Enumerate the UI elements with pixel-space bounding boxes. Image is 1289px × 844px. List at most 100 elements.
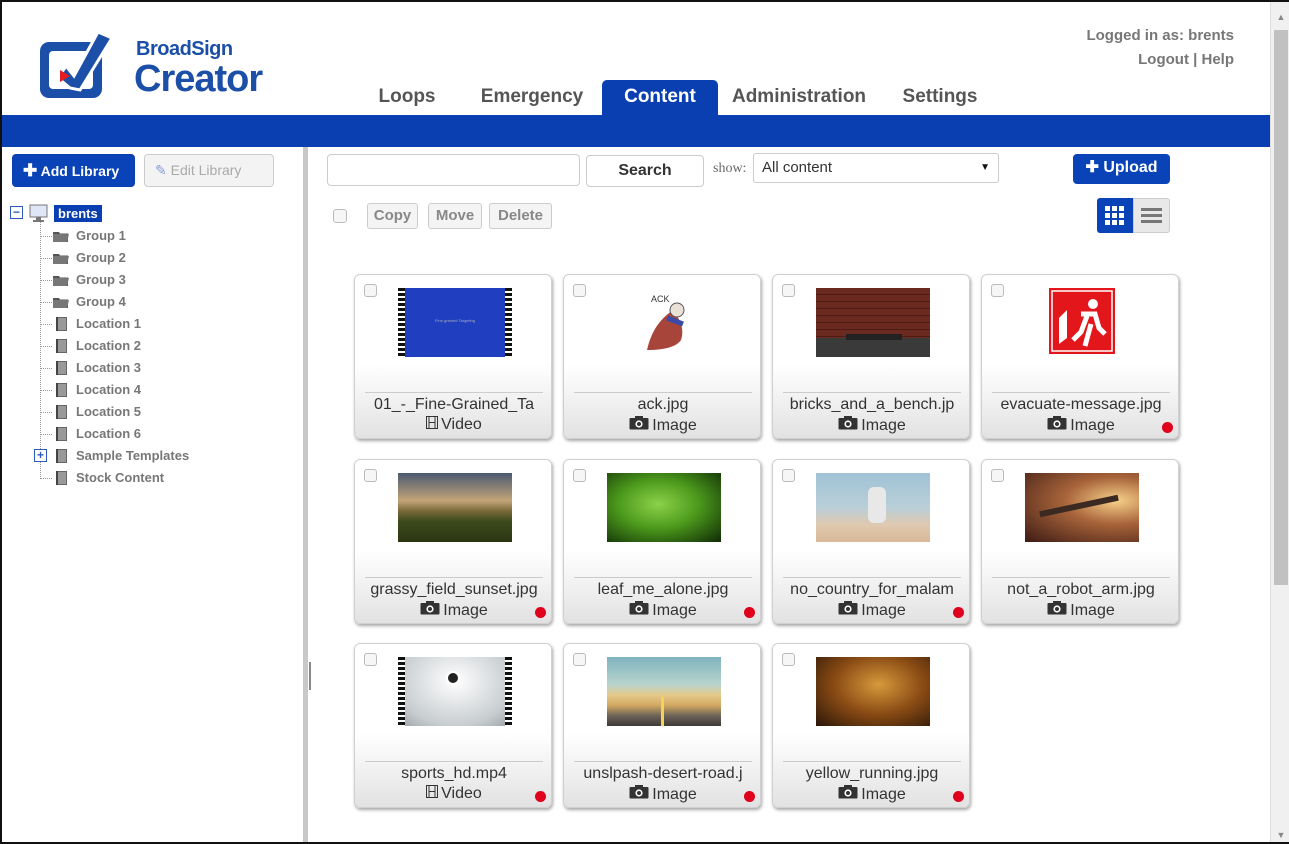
card-checkbox[interactable] <box>573 469 586 482</box>
move-button[interactable]: Move <box>428 203 482 229</box>
scroll-up-icon[interactable]: ▲ <box>1275 10 1287 24</box>
tree-item[interactable]: Location 2 <box>10 335 300 357</box>
tab-settings[interactable]: Settings <box>894 80 986 116</box>
content-card[interactable]: unslpash-desert-road.j Image <box>563 643 761 808</box>
content-card[interactable]: yellow_running.jpg Image <box>772 643 970 808</box>
content-card[interactable]: ACK ack.jpg Image <box>563 274 761 439</box>
card-checkbox[interactable] <box>573 653 586 666</box>
card-divider <box>783 761 961 762</box>
plus-icon: ✚ <box>23 161 38 180</box>
status-dot <box>953 791 964 802</box>
tree-item[interactable]: Group 2 <box>10 247 300 269</box>
logo-icon <box>40 30 115 98</box>
delete-button[interactable]: Delete <box>489 203 552 229</box>
vertical-scrollbar[interactable]: ▲ ▼ <box>1270 2 1289 842</box>
card-checkbox[interactable] <box>782 284 795 297</box>
content-card[interactable]: bricks_and_a_bench.jp Image <box>772 274 970 439</box>
content-card[interactable]: sports_hd.mp4 Video <box>354 643 552 808</box>
book-icon <box>56 339 67 353</box>
upload-button[interactable]: ✚ Upload <box>1073 154 1170 184</box>
card-type-label: Image <box>652 602 697 619</box>
book-icon <box>56 471 67 485</box>
logout-link[interactable]: Logout <box>1138 51 1189 68</box>
camera-icon <box>629 785 649 802</box>
card-divider <box>574 761 752 762</box>
status-dot <box>744 791 755 802</box>
scrollbar-thumb[interactable] <box>1274 30 1288 585</box>
library-tree: − brents Group 1 Group 2 Group 3 Group 4 Loc… <box>10 203 300 489</box>
card-divider <box>574 577 752 578</box>
content-card[interactable]: no_country_for_malam Image <box>772 459 970 624</box>
help-link[interactable]: Help <box>1201 51 1234 68</box>
edit-library-button[interactable]: ✎ Edit Library <box>144 154 274 187</box>
camera-icon <box>629 601 649 618</box>
tree-item-label: Stock Content <box>76 470 165 485</box>
broadsign-logo[interactable]: BroadSign Creator <box>36 24 286 104</box>
tree-item[interactable]: Group 1 <box>10 225 300 247</box>
search-button[interactable]: Search <box>586 155 704 187</box>
camera-icon <box>838 416 858 433</box>
tree-item[interactable]: Location 3 <box>10 357 300 379</box>
tree-item-label: Group 4 <box>76 294 126 309</box>
card-checkbox[interactable] <box>782 653 795 666</box>
tab-emergency[interactable]: Emergency <box>468 80 596 116</box>
expand-icon[interactable]: + <box>34 449 47 462</box>
card-thumbnail <box>816 657 930 726</box>
library-sidebar: ✚ Add Library ✎ Edit Library − brents Gr… <box>2 147 308 842</box>
tree-item[interactable]: Stock Content <box>10 467 300 489</box>
tree-item[interactable]: Location 4 <box>10 379 300 401</box>
thumb-caption: Fine-grained Targeting <box>435 318 475 323</box>
tree-item-label: Location 5 <box>76 404 142 419</box>
tree-item[interactable]: Location 6 <box>10 423 300 445</box>
book-icon <box>56 383 67 397</box>
card-checkbox[interactable] <box>364 653 377 666</box>
scroll-down-icon[interactable]: ▼ <box>1275 828 1287 842</box>
card-type: Image <box>982 416 1180 435</box>
tree-item-label: Location 3 <box>76 360 142 375</box>
copy-button[interactable]: Copy <box>367 203 418 229</box>
card-checkbox[interactable] <box>364 469 377 482</box>
card-type-label: Image <box>1070 602 1115 619</box>
splitter-handle[interactable] <box>309 662 311 690</box>
tree-item[interactable]: + Sample Templates <box>10 445 300 467</box>
tree-item-label: Location 4 <box>76 382 142 397</box>
tree-item[interactable]: Group 4 <box>10 291 300 313</box>
card-checkbox[interactable] <box>573 284 586 297</box>
tree-item-label: Sample Templates <box>76 448 190 463</box>
grid-view-button[interactable] <box>1097 198 1133 233</box>
card-checkbox[interactable] <box>782 469 795 482</box>
content-card[interactable]: grassy_field_sunset.jpg Image <box>354 459 552 624</box>
tree-root[interactable]: − brents <box>10 203 300 225</box>
tree-item[interactable]: Location 5 <box>10 401 300 423</box>
tab-loops[interactable]: Loops <box>360 80 454 116</box>
film-icon <box>426 785 439 801</box>
tree-item[interactable]: Location 1 <box>10 313 300 335</box>
card-type-label: Image <box>861 417 906 434</box>
content-card[interactable]: evacuate-message.jpg Image <box>981 274 1179 439</box>
card-divider <box>365 577 543 578</box>
card-divider <box>365 392 543 393</box>
content-filter-select[interactable]: All content ▼ <box>753 153 999 183</box>
book-icon <box>56 405 67 419</box>
card-checkbox[interactable] <box>991 469 1004 482</box>
folder-icon <box>53 298 69 308</box>
card-type: Image <box>355 601 553 620</box>
card-checkbox[interactable] <box>991 284 1004 297</box>
select-all-checkbox[interactable] <box>333 209 347 223</box>
card-filename: evacuate-message.jpg <box>1000 396 1162 413</box>
add-library-button[interactable]: ✚ Add Library <box>12 154 135 187</box>
list-view-button[interactable] <box>1133 198 1170 233</box>
content-card[interactable]: leaf_me_alone.jpg Image <box>563 459 761 624</box>
collapse-icon[interactable]: − <box>10 206 23 219</box>
tree-item[interactable]: Group 3 <box>10 269 300 291</box>
book-icon <box>56 361 67 375</box>
content-card[interactable]: Fine-grained Targeting 01_-_Fine-Grained_… <box>354 274 552 439</box>
card-type-label: Image <box>652 786 697 803</box>
card-filename: no_country_for_malam <box>790 581 954 598</box>
card-checkbox[interactable] <box>364 284 377 297</box>
card-type-label: Video <box>441 785 482 802</box>
tab-content[interactable]: Content <box>602 80 718 116</box>
content-card[interactable]: not_a_robot_arm.jpg Image <box>981 459 1179 624</box>
tab-administration[interactable]: Administration <box>726 80 872 116</box>
search-input[interactable] <box>327 154 580 186</box>
